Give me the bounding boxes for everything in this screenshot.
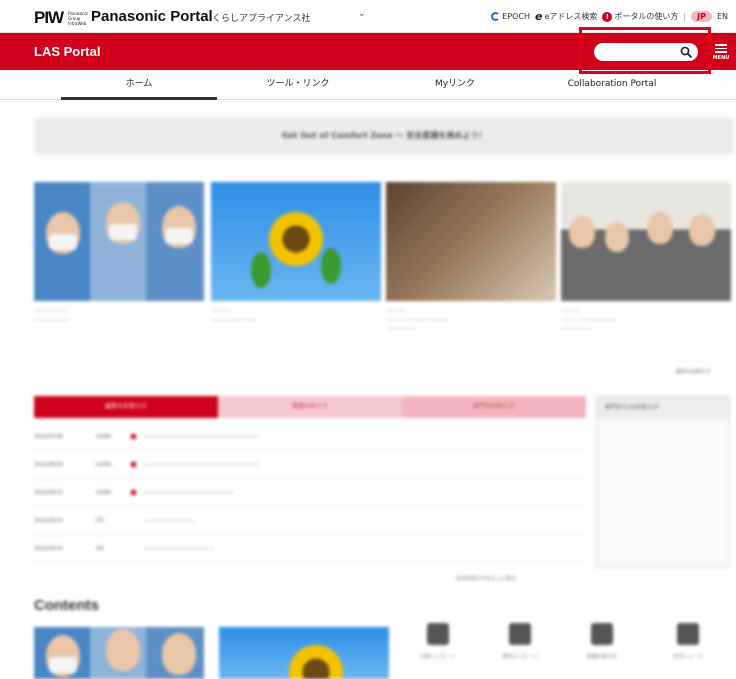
content-image[interactable] <box>34 627 204 679</box>
card-image <box>34 182 204 301</box>
news-tabs: 最新のお知らせ 重要お知らせ 部門のお知らせ <box>34 396 586 418</box>
card-caption: ———— ——— ———————— —————— <box>561 308 618 332</box>
e-address-icon: e <box>535 10 543 23</box>
tab-latest-news[interactable]: 最新のお知らせ <box>34 396 218 418</box>
megaphone-icon <box>591 623 613 645</box>
list-item[interactable]: 2022/06/30 LS/MA ——————————————————————— <box>34 451 586 479</box>
piw-logo[interactable]: PIW Panasonic Group IntraWeb <box>34 8 88 28</box>
menu-button[interactable]: MENU <box>710 42 732 64</box>
menu-label: MENU <box>712 54 730 61</box>
list-item[interactable]: 2022/07/26 LS/MA ——————————————————————— <box>34 423 586 451</box>
tab-collaboration-portal[interactable]: Collaboration Portal <box>534 70 690 100</box>
lang-jp-button[interactable]: JP <box>691 11 712 22</box>
list-item[interactable]: 2022/06/15 LS/MA —————————————————— <box>34 479 586 507</box>
chevron-down-icon[interactable]: ⌄ <box>358 9 366 19</box>
help-icon: ! <box>602 11 613 22</box>
news-card[interactable]: ———— ————————— ——— —————— <box>386 182 556 334</box>
card-image <box>561 182 731 301</box>
card-image <box>211 182 381 301</box>
logo-mark: PIW <box>34 8 64 27</box>
main-nav: ホーム ツール・リンク Myリンク Collaboration Portal <box>0 70 736 100</box>
divider: | <box>683 12 687 21</box>
list-item[interactable]: 2022/05/25 LTC —————————————— <box>34 535 586 563</box>
company-news-link[interactable]: 社内ニュース <box>662 623 714 660</box>
more-news-link[interactable]: 最近のお知らせ <box>676 368 711 375</box>
top-links: EPOCH e eアドレス検索 ! ポータルの使い方 | JP EN <box>491 10 728 23</box>
newspaper-icon <box>677 623 699 645</box>
epoch-icon <box>491 12 501 21</box>
portal-title[interactable]: Panasonic Portal <box>91 8 213 25</box>
safety-banner[interactable]: Get Out of Comfort Zone ～ 安全意識を高めよう！ <box>34 117 734 155</box>
tab-department-news[interactable]: 部門のお知らせ <box>402 396 586 418</box>
news-card[interactable]: ———— —— ——————— <box>34 182 204 325</box>
lang-en-button[interactable]: EN <box>717 12 728 21</box>
department-news-panel: 部門からのお知らせ <box>596 396 730 568</box>
list-item[interactable]: 2022/05/25 LTC —————————— <box>34 507 586 535</box>
card-caption: ———— —————— ——— <box>211 308 258 323</box>
announcements-link[interactable]: 各種お知らせ <box>576 623 628 660</box>
company-selector[interactable]: くらしアプライアンス社 <box>212 11 310 24</box>
portal-help-link[interactable]: ! ポータルの使い方 <box>602 11 678 22</box>
tab-important-news[interactable]: 重要お知らせ <box>218 396 402 418</box>
card-caption: ———— —— ——————— <box>34 308 69 323</box>
group-icon <box>509 623 531 645</box>
logo-subtext: Panasonic Group IntraWeb <box>68 10 89 26</box>
president-message-link[interactable]: 社長メッセージ <box>412 623 464 660</box>
more-news-link[interactable]: 社内お知らせをもっと見る <box>456 575 516 582</box>
tab-my-links[interactable]: Myリンク <box>377 70 533 100</box>
side-panel-title: 部門からのお知らせ <box>597 397 729 419</box>
card-image <box>386 182 556 301</box>
contents-heading: Contents <box>34 597 99 614</box>
department-message-link[interactable]: 部門メッセージ <box>494 623 546 660</box>
tab-home[interactable]: ホーム <box>61 70 217 100</box>
e-address-search-link[interactable]: e eアドレス検索 <box>535 10 597 23</box>
tab-tools-links[interactable]: ツール・リンク <box>220 70 376 100</box>
news-card[interactable]: ———— ——— ———————— —————— <box>561 182 731 334</box>
speaker-icon <box>427 623 449 645</box>
content-image[interactable] <box>219 627 389 679</box>
card-caption: ———— ————————— ——— —————— <box>386 308 448 332</box>
search-highlight-box <box>579 27 711 74</box>
epoch-link[interactable]: EPOCH <box>491 12 530 21</box>
news-card[interactable]: ———— —————— ——— <box>211 182 381 325</box>
hamburger-icon <box>710 44 732 53</box>
las-portal-title[interactable]: LAS Portal <box>34 44 100 59</box>
